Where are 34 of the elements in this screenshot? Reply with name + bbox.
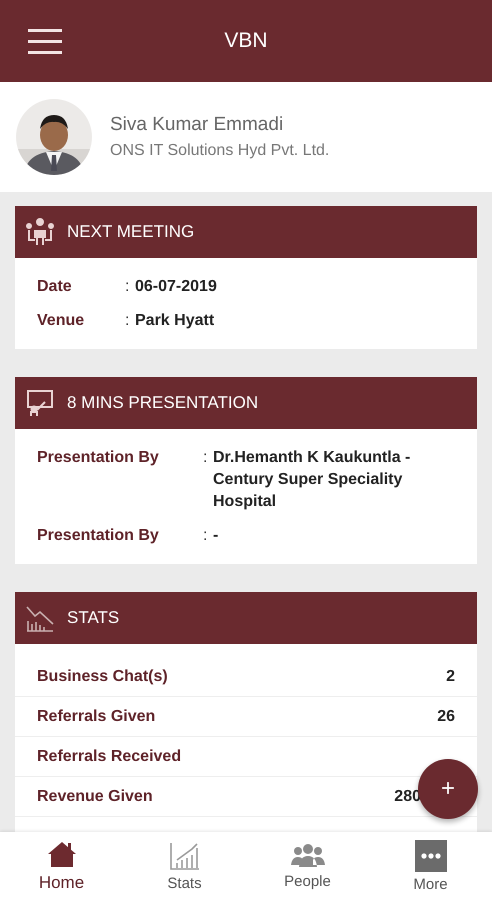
- nav-tab[interactable]: Stats: [123, 832, 246, 900]
- field-label: Venue: [37, 311, 86, 331]
- stat-value: 26: [437, 708, 455, 726]
- nav-tab[interactable]: More: [369, 832, 492, 900]
- presentation-icon: [25, 388, 55, 418]
- stat-label: Revenue Given: [37, 788, 153, 806]
- field-value: 06-07-2019: [135, 277, 217, 297]
- nav-tab[interactable]: People: [246, 832, 369, 900]
- colon-separator: :: [125, 277, 130, 297]
- field-label: Date: [37, 277, 73, 297]
- section-title: 8 MINS PRESENTATION: [67, 393, 258, 413]
- colon-separator: :: [203, 448, 208, 468]
- home-icon: [46, 839, 78, 869]
- section-title: STATS: [67, 608, 120, 628]
- more-icon: [414, 840, 446, 872]
- member-name: Siva Kumar Emmadi: [110, 114, 284, 136]
- colon-separator: :: [125, 311, 130, 331]
- meeting-icon: [25, 217, 55, 247]
- bar-chart-icon: [168, 840, 200, 870]
- field-value: Dr.Hemanth K Kaukuntla - Century Super Speciality Hospital: [213, 448, 412, 512]
- stat-label: Referrals Given: [37, 708, 156, 726]
- field-label: Presentation By: [37, 448, 160, 468]
- stat-label: Referrals Received: [37, 748, 182, 766]
- people-icon: [290, 842, 324, 868]
- stat-label: Business Chat(s): [37, 668, 168, 686]
- app-title: VBN: [224, 29, 268, 53]
- field-label: Presentation By: [37, 526, 160, 546]
- section-title: NEXT MEETING: [67, 222, 194, 242]
- field-value: -: [213, 526, 218, 546]
- nav-tab[interactable]: Home: [0, 832, 123, 900]
- field-value: Park Hyatt: [135, 311, 214, 331]
- colon-separator: :: [203, 526, 208, 546]
- company-name: ONS IT Solutions Hyd Pvt. Ltd.: [110, 142, 330, 160]
- stat-value: 2: [446, 668, 455, 686]
